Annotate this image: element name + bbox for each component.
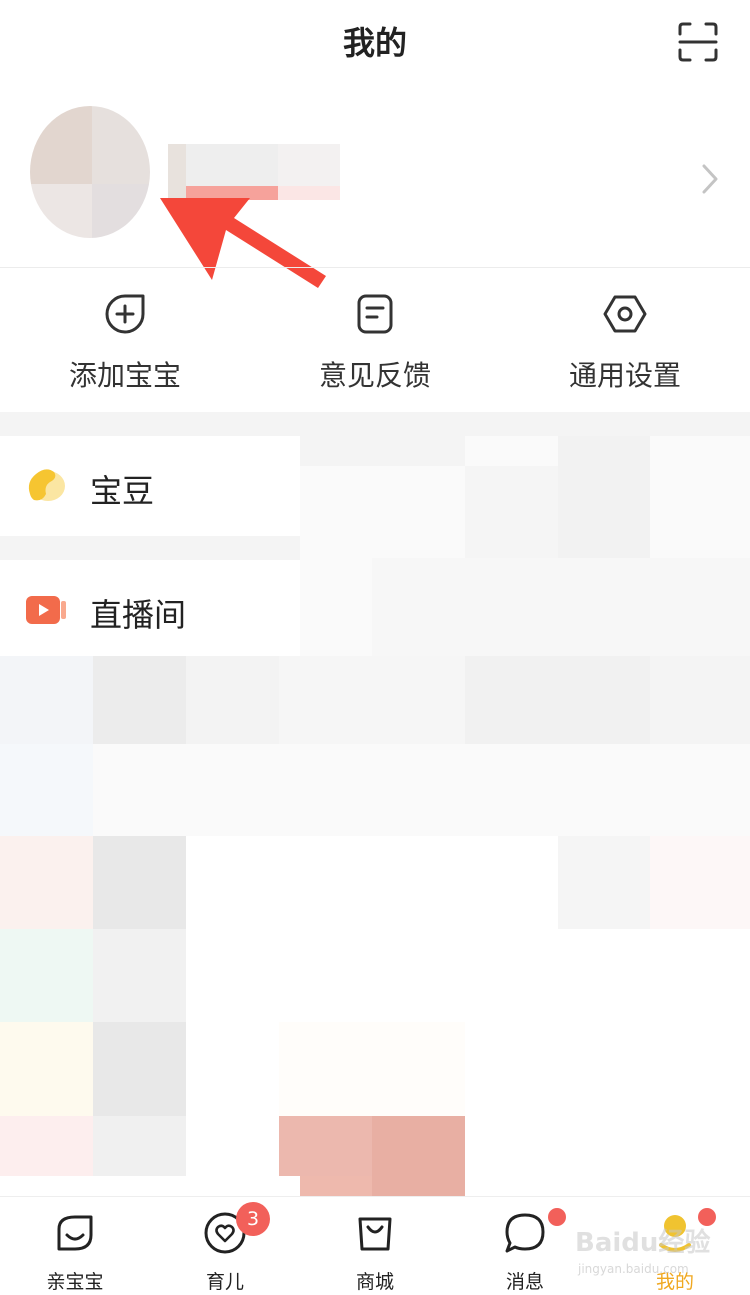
add-baby-icon: [105, 294, 145, 334]
feedback-label: 意见反馈: [318, 359, 431, 392]
leaf-home-icon: [57, 1215, 93, 1251]
avatar[interactable]: [30, 106, 150, 238]
blurred-content: [0, 656, 750, 1196]
shopping-bag-icon: [358, 1217, 392, 1251]
parenting-badge: 3: [236, 1202, 270, 1236]
live-label: 直播间: [90, 596, 187, 634]
section-gap: [0, 412, 750, 436]
add-baby-button[interactable]: 添加宝宝: [0, 268, 250, 412]
bean-label: 宝豆: [90, 472, 155, 510]
scan-icon[interactable]: [678, 22, 718, 62]
feedback-button[interactable]: 意见反馈: [250, 268, 500, 412]
settings-hexagon-icon: [603, 295, 647, 333]
tab-home[interactable]: 亲宝宝: [0, 1197, 150, 1295]
messages-dot: [548, 1208, 566, 1226]
bean-icon: [28, 469, 65, 501]
watermark-url: jingyan.baidu.com: [578, 1262, 689, 1276]
blurred-region: [300, 436, 750, 656]
list-item-bean[interactable]: 宝豆: [0, 436, 300, 532]
section-gap: [0, 536, 300, 560]
tab-home-label: 亲宝宝: [46, 1271, 104, 1293]
chat-bubble-icon: [505, 1213, 545, 1253]
tab-mall[interactable]: 商城: [300, 1197, 450, 1295]
username-blurred: [168, 144, 340, 200]
quick-actions: 添加宝宝 意见反馈 通用设置: [0, 268, 750, 412]
feedback-icon: [357, 294, 393, 334]
header: 我的: [0, 0, 750, 90]
tab-parenting-label: 育儿: [205, 1271, 244, 1293]
tab-mall-label: 商城: [355, 1271, 394, 1293]
add-baby-label: 添加宝宝: [68, 359, 181, 392]
watermark: Baidu经验: [575, 1228, 711, 1258]
live-video-icon: [26, 596, 66, 624]
list-item-live[interactable]: 直播间: [0, 560, 300, 656]
settings-button[interactable]: 通用设置: [500, 268, 750, 412]
page-title: 我的: [342, 24, 407, 62]
tab-parenting[interactable]: 育儿: [150, 1197, 300, 1295]
chevron-right-icon[interactable]: [698, 160, 722, 198]
settings-label: 通用设置: [568, 359, 681, 392]
